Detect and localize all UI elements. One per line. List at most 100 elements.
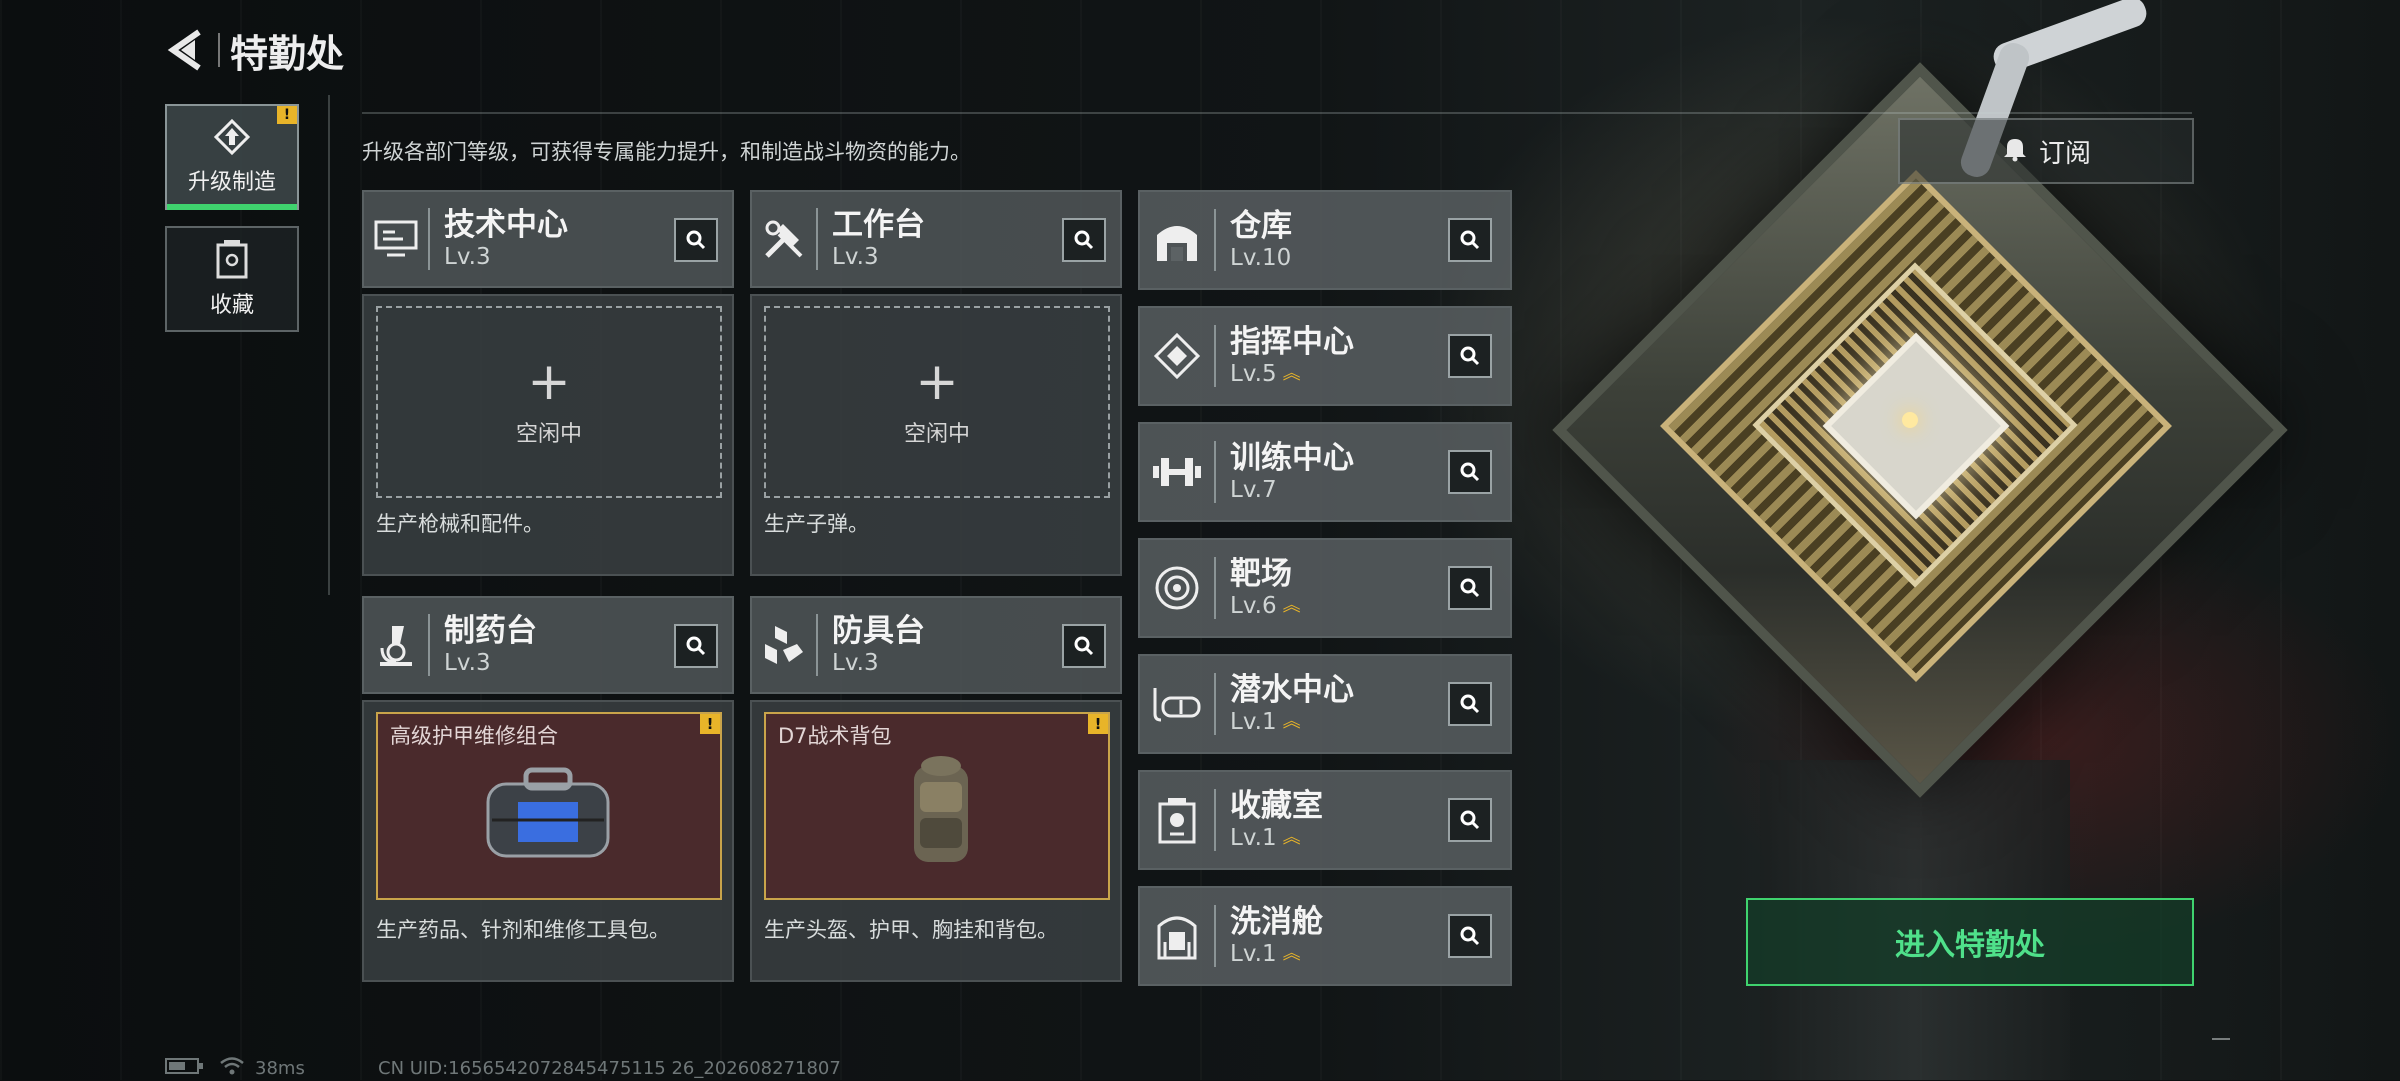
facility-name: 靶场 [1230,556,1292,592]
diving-mask-icon [1140,684,1214,724]
upgrade-gear-icon [213,118,251,156]
bell-icon [2001,134,2029,169]
monitor-icon [364,219,428,259]
ping-text: 38ms [255,1058,305,1079]
search-icon[interactable] [674,624,718,668]
card-name: 防具台 [832,613,925,649]
page-header: 特勤处 [160,24,344,76]
divider-vertical [328,95,330,595]
enter-special-ops-button[interactable]: 进入特勤处 [1746,898,2194,986]
search-icon[interactable] [1448,914,1492,958]
item-name: D7战术背包 [778,724,892,748]
status-bar: 38ms CN UID:1656542072845475115 26_20260… [165,1056,841,1081]
card-level: Lv.3 [444,244,491,270]
card-name: 技术中心 [444,207,568,243]
facility-level: Lv.10 [1230,245,1292,271]
header-divider [218,33,220,67]
card-description: 生产子弹。 [764,512,869,536]
plus-icon: + [915,352,959,412]
card-description: 生产药品、针剂和维修工具包。 [376,918,670,942]
crafted-item-slot[interactable]: D7战术背包 ! [764,712,1110,900]
upgrade-chevron-icon: ︽ [1282,943,1301,964]
tab-upgrade-craft[interactable]: ! 升级制造 [165,104,299,210]
facility-level: Lv.1 ︽ [1230,825,1301,851]
armor-blocks-icon [752,622,816,668]
card-level: Lv.3 [832,244,879,270]
subscribe-button[interactable]: 订阅 [1898,118,2194,184]
microscope-icon [364,622,428,668]
tech-center-card: 技术中心 Lv.3 + 空闲中 生产枪械和配件。 [362,190,734,576]
target-icon [1140,565,1214,611]
tab-upgrade-craft-label: 升级制造 [187,170,276,195]
upgrade-chevron-icon: ︽ [1282,827,1301,848]
slot-status: 空闲中 [903,422,970,447]
facility-level: Lv.1 ︽ [1230,709,1301,735]
upgrade-chevron-icon: ︽ [1282,595,1301,616]
search-icon[interactable] [1062,218,1106,262]
search-icon[interactable] [1448,450,1492,494]
card-level: Lv.3 [832,650,879,676]
active-tab-indicator [167,204,297,210]
search-icon[interactable] [1448,566,1492,610]
facility-name: 指挥中心 [1230,324,1354,360]
slot-status: 空闲中 [515,422,582,447]
command-diamond-icon [1140,332,1214,380]
workbench-card: 工作台 Lv.3 + 空闲中 生产子弹。 [750,190,1122,576]
facility-training-center[interactable]: 训练中心 Lv.7 [1138,422,1512,522]
dumbbell-icon [1140,452,1214,492]
tab-collection-label: 收藏 [209,293,254,318]
armor-bench-header[interactable]: 防具台 Lv.3 [750,596,1122,694]
tools-icon [752,216,816,262]
idle-production-slot[interactable]: + 空闲中 [376,306,722,498]
alert-badge: ! [1088,714,1108,734]
workbench-header[interactable]: 工作台 Lv.3 [750,190,1122,288]
search-icon[interactable] [1448,682,1492,726]
pharmacy-card: 制药台 Lv.3 高级护甲维修组合 ! 生产药品、针剂和维修工具包。 [362,596,734,982]
armor-bench-card: 防具台 Lv.3 D7战术背包 ! 生产头盔、护甲、胸挂和背包。 [750,596,1122,982]
upgrade-chevron-icon: ︽ [1282,711,1301,732]
search-icon[interactable] [1448,798,1492,842]
tactical-backpack-image [914,756,968,862]
warehouse-icon [1140,217,1214,263]
tab-collection[interactable]: 收藏 [165,226,299,332]
upgrade-chevron-icon: ︽ [1282,363,1301,384]
facility-warehouse[interactable]: 仓库 Lv.10 [1138,190,1512,290]
item-name: 高级护甲维修组合 [390,724,558,748]
facility-diving-center[interactable]: 潜水中心 Lv.1 ︽ [1138,654,1512,754]
card-description: 生产枪械和配件。 [376,512,544,536]
repair-kit-bag-image [486,767,610,858]
facility-name: 洗消舱 [1230,904,1323,940]
facility-name: 收藏室 [1230,788,1323,824]
facility-command-center[interactable]: 指挥中心 Lv.5 ︽ [1138,306,1512,406]
workbench-body: + 空闲中 生产子弹。 [750,294,1122,576]
armor-bench-body: D7战术背包 ! 生产头盔、护甲、胸挂和背包。 [750,700,1122,982]
facility-level: Lv.1 ︽ [1230,941,1301,967]
pharmacy-header[interactable]: 制药台 Lv.3 [362,596,734,694]
facility-name: 仓库 [1230,208,1292,244]
facility-decon-chamber[interactable]: 洗消舱 Lv.1 ︽ [1138,886,1512,986]
facility-name: 训练中心 [1230,440,1354,476]
search-icon[interactable] [1062,624,1106,668]
search-icon[interactable] [1448,218,1492,262]
crafted-item-slot[interactable]: 高级护甲维修组合 ! [376,712,722,900]
search-icon[interactable] [674,218,718,262]
decon-pod-icon [1140,912,1214,960]
subscribe-label: 订阅 [2038,138,2091,169]
facility-shooting-range[interactable]: 靶场 Lv.6 ︽ [1138,538,1512,638]
facility-level: Lv.5 ︽ [1230,361,1301,387]
back-arrow-icon[interactable] [160,25,210,75]
alert-badge: ! [700,714,720,734]
idle-production-slot[interactable]: + 空闲中 [764,306,1110,498]
tech-center-header[interactable]: 技术中心 Lv.3 [362,190,734,288]
pharmacy-body: 高级护甲维修组合 ! 生产药品、针剂和维修工具包。 [362,700,734,982]
frame-corner [2212,1020,2230,1040]
card-name: 制药台 [444,613,537,649]
facility-level: Lv.6 ︽ [1230,593,1301,619]
tech-center-body: + 空闲中 生产枪械和配件。 [362,294,734,576]
user-uid: CN UID:1656542072845475115 26_2026082718… [378,1058,841,1079]
facility-collection-room[interactable]: 收藏室 Lv.1 ︽ [1138,770,1512,870]
page-description: 升级各部门等级，可获得专属能力提升，和制造战斗物资的能力。 [362,140,971,164]
divider-horizontal [362,112,2192,114]
search-icon[interactable] [1448,334,1492,378]
plus-icon: + [527,352,571,412]
